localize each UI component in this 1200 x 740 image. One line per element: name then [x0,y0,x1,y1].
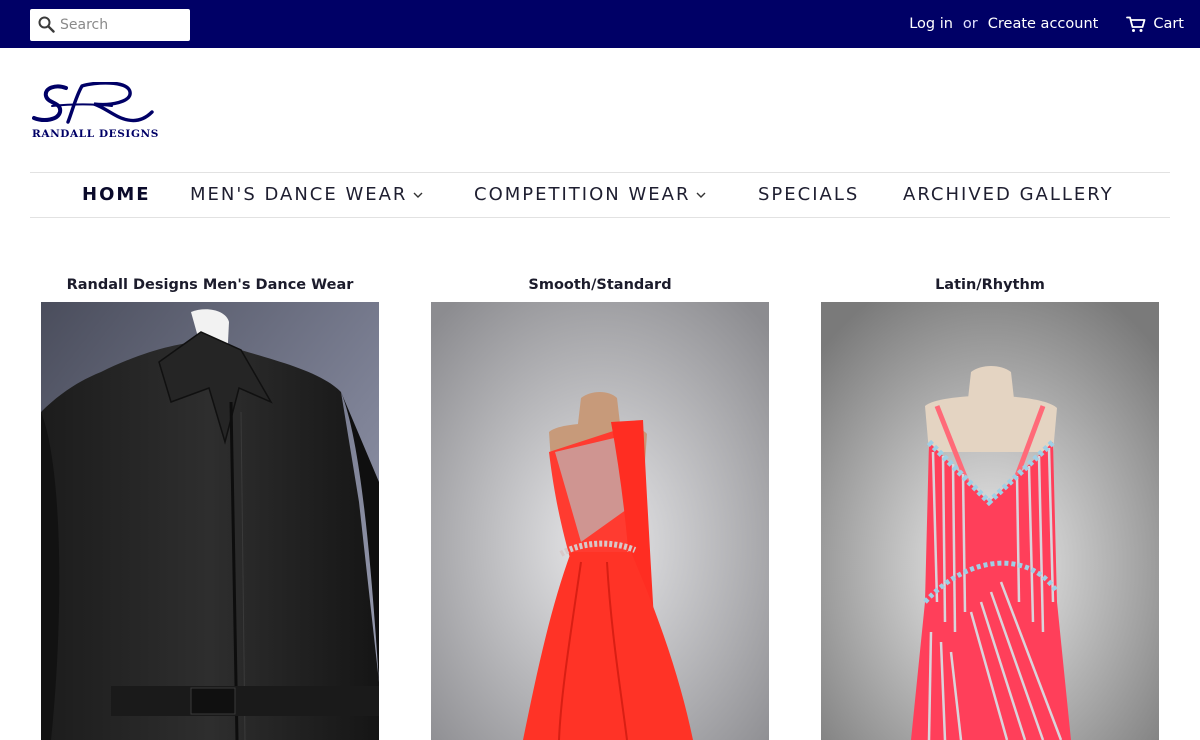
cart-label: Cart [1153,16,1184,32]
collection-title-smooth-standard[interactable]: Smooth/Standard [430,277,770,293]
search-icon [38,16,55,33]
nav-item-mens-dance-wear[interactable]: MEN'S DANCE WEAR [190,173,423,217]
nav-item-label: MEN'S DANCE WEAR [190,184,408,205]
nav-item-competition-wear[interactable]: COMPETITION WEAR [474,173,706,217]
cart-icon [1126,16,1146,32]
top-bar: Log in or Create account Cart [0,0,1200,48]
nav-item-label: SPECIALS [758,184,860,205]
nav-item-specials[interactable]: SPECIALS [758,173,859,217]
collection-image-mens[interactable] [41,302,379,740]
smooth-gown-image [431,302,769,740]
logo-mark [32,81,154,124]
chevron-down-icon [696,192,706,198]
site-logo[interactable]: RANDALL DESIGNS [32,81,159,142]
cart-link[interactable]: Cart [1126,16,1184,33]
nav-item-archived-gallery[interactable]: ARCHIVED GALLERY [903,173,1114,217]
main-nav: HOME MEN'S DANCE WEAR COMPETITION WEAR S… [30,172,1170,218]
nav-item-label: COMPETITION WEAR [474,184,691,205]
collection-image-smooth-standard[interactable] [431,302,769,740]
collection-title-mens[interactable]: Randall Designs Men's Dance Wear [40,277,380,293]
nav-item-label: ARCHIVED GALLERY [903,184,1114,205]
logo-text: RANDALL DESIGNS [32,128,159,140]
collection-image-latin-rhythm[interactable] [821,302,1159,740]
latin-dress-image [821,302,1159,740]
login-link[interactable]: Log in [909,16,953,32]
search-box[interactable] [30,9,190,41]
create-account-link[interactable]: Create account [988,16,1099,32]
nav-item-label: HOME [82,184,151,205]
collection-title-latin-rhythm[interactable]: Latin/Rhythm [820,277,1160,293]
chevron-down-icon [413,192,423,198]
search-input[interactable] [60,9,186,41]
account-links: Log in or Create account Cart [909,0,1200,48]
mens-shirt-image [41,302,379,740]
nav-item-home[interactable]: HOME [82,173,151,217]
or-separator: or [962,16,978,32]
